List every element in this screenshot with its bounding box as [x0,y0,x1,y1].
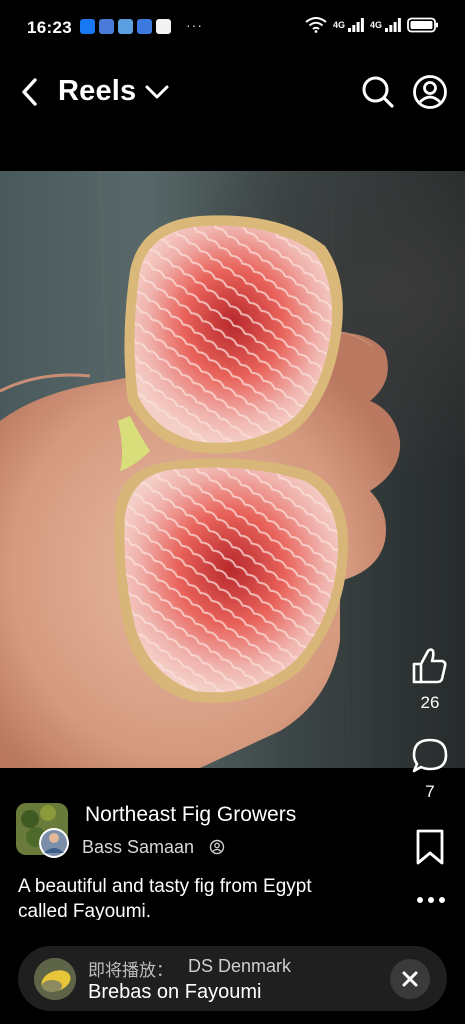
app-icon [99,19,114,34]
search-icon[interactable] [360,74,396,110]
app-icon [118,19,133,34]
up-next-title: Brebas on Fayoumi [88,981,262,1003]
like-icon[interactable] [410,646,448,686]
wifi-icon [305,17,327,33]
more-notifications: ··· [186,17,203,33]
up-next-thumbnail [34,958,76,1000]
status-bar: 16:23 ··· 4G 4G [0,0,465,56]
page-title: Reels [58,75,137,107]
like-count: 26 [420,693,440,712]
reels-header: Reels [0,60,465,124]
signal-icon [385,18,401,32]
facebook-icon [80,19,95,34]
page-avatar[interactable] [16,803,72,859]
up-next-bar[interactable]: 即将播放： DS Denmark Brebas on Fayoumi [18,946,447,1011]
account-icon[interactable] [412,74,448,110]
music-icon [156,19,171,34]
up-next-label: 即将播放： [88,961,173,980]
signal-label-2: 4G [369,20,382,30]
reel-video[interactable] [0,171,465,768]
system-icons: 4G 4G [305,17,439,33]
comment-icon[interactable] [410,736,450,776]
bookmark-icon[interactable] [414,828,446,866]
up-next-thumbnail-image [34,958,76,1000]
author-name[interactable]: Bass Samaan [82,837,194,858]
page-name[interactable]: Northeast Fig Growers [85,803,296,827]
comment-count: 7 [425,782,435,801]
battery-icon [407,17,438,33]
close-button[interactable] [390,959,430,999]
fig-image [0,171,401,768]
back-arrow-icon[interactable] [16,74,44,110]
close-icon [402,971,418,987]
notification-icons [80,19,171,34]
profile-icon [209,839,225,855]
more-options-icon[interactable] [412,888,450,912]
post-caption[interactable]: A beautiful and tasty fig from Egypt cal… [18,874,348,920]
signal-icon [347,18,364,32]
chevron-down-icon[interactable] [142,80,172,104]
app-icon [137,19,152,34]
signal-label-1: 4G [332,20,345,30]
up-next-channel: DS Denmark [188,956,292,976]
status-time: 16:23 [27,18,72,37]
